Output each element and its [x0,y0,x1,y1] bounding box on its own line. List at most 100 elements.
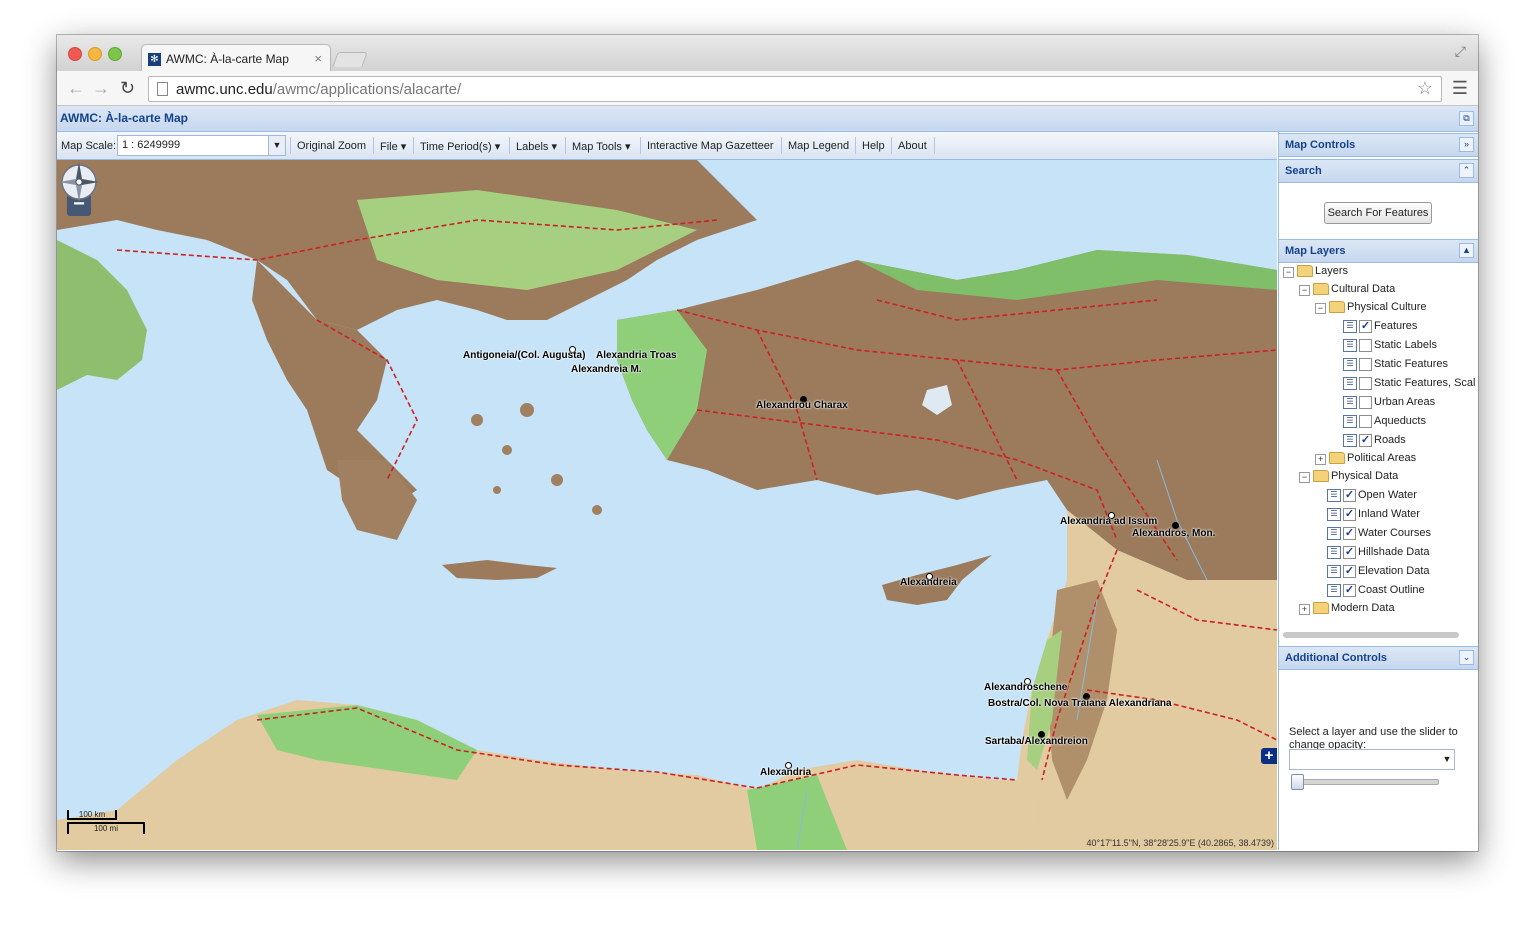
close-window-button[interactable] [68,47,82,61]
terrain-map [57,160,1277,850]
place-label[interactable]: Alexandria Troas [596,350,677,361]
browser-menu-icon[interactable]: ☰ [1452,78,1468,99]
africa-land [57,700,1037,850]
layer-icon: ☰ [1343,358,1357,371]
toolbar-separator [781,137,782,154]
layer-icon: ☰ [1343,339,1357,352]
toolbar-separator [413,137,414,154]
tree-node-label: Political Areas [1347,452,1417,464]
collapse-up-icon[interactable]: ▲ [1459,243,1474,258]
layer-checkbox[interactable] [1359,358,1372,371]
address-bar[interactable]: awmc.unc.edu/awmc/applications/alacarte/… [148,76,1442,102]
additional-controls-header[interactable]: Additional Controls ⌄ [1279,646,1478,670]
browser-tab[interactable]: ✻ AWMC: À-la-carte Map × [141,44,331,72]
url-path: /awmc/applications/alacarte/ [272,81,462,98]
labels-menu-button[interactable]: Labels ▾ [516,140,557,153]
collapse-up-icon[interactable]: ⌃ [1459,163,1474,178]
collapse-right-icon[interactable]: » [1459,137,1474,152]
fullscreen-icon[interactable]: ⤢ [1455,43,1466,60]
expand-icon[interactable]: + [1315,454,1326,465]
bookmark-star-icon[interactable]: ☆ [1417,78,1433,99]
layer-label: Static Features, Scal [1374,377,1476,389]
layer-checkbox[interactable] [1359,377,1372,390]
expand-icon[interactable]: + [1299,604,1310,615]
place-label[interactable]: Alexandria [760,767,811,778]
layer-label: Static Features [1374,358,1448,370]
place-label[interactable]: Alexandreia M. [571,364,642,375]
about-button[interactable]: About [898,140,927,152]
chevron-down-icon[interactable]: ▼ [268,136,285,155]
layer-checkbox[interactable]: ✓ [1343,489,1356,502]
tab-title: AWMC: À-la-carte Map [166,52,289,66]
map-scale-select[interactable]: 1 : 6249999 ▼ [117,135,286,156]
layer-label: Open Water [1358,489,1417,501]
collapse-icon[interactable]: − [1299,285,1310,296]
layer-icon: ☰ [1327,527,1341,540]
place-label[interactable]: Antigoneia/(Col. Augusta) [463,350,585,361]
toolbar-separator [934,137,935,154]
additional-controls-title: Additional Controls [1285,652,1388,664]
place-label[interactable]: Alexandria ad Issum [1060,516,1157,527]
map-layers-header[interactable]: Map Layers ▲ [1279,239,1478,263]
reload-icon[interactable]: ↻ [120,78,135,99]
search-header[interactable]: Search ⌃ [1279,159,1478,183]
opacity-layer-select[interactable]: ▼ [1289,749,1455,770]
map-tools-menu-button[interactable]: Map Tools ▾ [572,140,631,153]
layer-checkbox[interactable]: ✓ [1359,434,1372,447]
layer-checkbox[interactable] [1359,415,1372,428]
chevron-down-icon[interactable]: ▼ [1440,750,1454,769]
help-button[interactable]: Help [862,140,885,152]
place-label[interactable]: Alexandrou Charax [756,400,848,411]
time-period-menu-button[interactable]: Time Period(s) ▾ [420,140,500,153]
layer-checkbox[interactable] [1359,396,1372,409]
forward-arrow-icon[interactable]: → [92,78,110,99]
layer-checkbox[interactable]: ✓ [1343,508,1356,521]
restore-icon[interactable]: ⧉ [1459,111,1474,126]
layer-label: Coast Outline [1358,584,1425,596]
map-controls-header[interactable]: Map Controls » [1279,133,1478,157]
collapse-icon[interactable]: − [1299,472,1310,483]
collapse-down-icon[interactable]: ⌄ [1459,650,1474,665]
file-menu-button[interactable]: File ▾ [380,140,406,153]
zoom-window-button[interactable] [108,47,122,61]
tree-node-label: Physical Data [1331,470,1399,482]
minimize-window-button[interactable] [88,47,102,61]
scale-mi-label: 100 mi [93,824,118,833]
layer-checkbox[interactable]: ✓ [1343,584,1356,597]
search-for-features-button[interactable]: Search For Features [1324,202,1432,224]
layer-tree-scrollbar[interactable] [1283,632,1459,638]
tab-close-icon[interactable]: × [314,51,322,66]
layer-label: Inland Water [1358,508,1420,520]
place-label[interactable]: Alexandroschene [984,682,1067,693]
gazetteer-button[interactable]: Interactive Map Gazetteer [647,140,774,152]
scale-km: 100 km [67,810,117,820]
collapse-icon[interactable]: − [1283,267,1294,278]
opacity-slider-track[interactable] [1293,779,1439,785]
layer-checkbox[interactable]: ✓ [1343,527,1356,540]
folder-icon [1313,602,1329,614]
map-canvas[interactable]: + − Antigoneia/(Col. Augusta) Alexandria… [57,160,1277,850]
place-label[interactable]: Bostra/Col. Nova Traiana Alexandriana [988,698,1172,709]
tree-node-label: Layers [1315,265,1349,277]
layer-icon: ☰ [1327,508,1341,521]
new-tab-button[interactable] [332,52,368,67]
collapse-icon[interactable]: − [1315,303,1326,314]
map-legend-button[interactable]: Map Legend [788,140,849,152]
back-arrow-icon[interactable]: ← [67,78,85,99]
layer-checkbox[interactable] [1359,339,1372,352]
layer-icon: ☰ [1327,546,1341,559]
place-label[interactable]: Alexandros, Mon. [1132,528,1215,539]
peloponnese [337,460,417,540]
toolbar-separator [855,137,856,154]
opacity-slider-handle[interactable] [1291,774,1304,790]
app-title: AWMC: À-la-carte Map [60,111,189,125]
mouse-coordinates: 40°17'11.5"N, 38°28'25.9"E (40.2865, 38.… [1086,838,1275,848]
original-zoom-button[interactable]: Original Zoom [297,140,366,152]
url-text[interactable]: awmc.unc.edu/awmc/applications/alacarte/ [176,81,461,98]
layer-checkbox[interactable]: ✓ [1343,546,1356,559]
place-label[interactable]: Sartaba/Alexandreion [985,736,1088,747]
place-label[interactable]: Alexandreia [900,577,957,588]
layer-checkbox[interactable]: ✓ [1343,565,1356,578]
overview-map-toggle[interactable]: + [1261,748,1277,764]
layer-checkbox[interactable]: ✓ [1359,320,1372,333]
